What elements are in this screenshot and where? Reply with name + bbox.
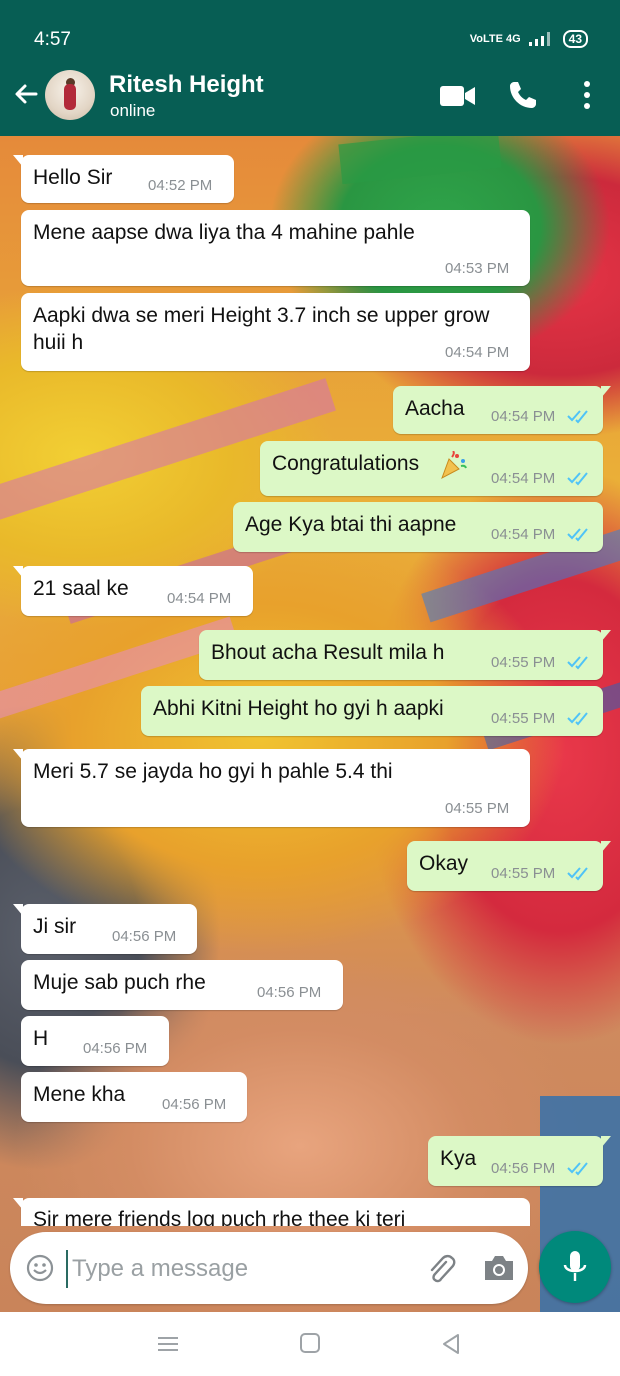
read-ticks-icon	[567, 528, 588, 542]
phone-icon[interactable]	[508, 80, 538, 110]
message-bubble-incoming[interactable]: Mene kha 04:56 PM	[21, 1072, 247, 1122]
read-ticks-icon	[567, 712, 588, 726]
message-text: Age Kya btai thi aapne	[245, 513, 457, 536]
contact-name[interactable]: Ritesh Height	[109, 71, 264, 99]
message-bubble-incoming[interactable]: Sir mere friends log puch rhe thee ki te…	[13, 1198, 530, 1226]
message-clip: Sir mere friends log puch rhe thee ki te…	[0, 1190, 620, 1226]
recents-icon[interactable]	[156, 1334, 180, 1354]
message-time: 04:56 PM	[162, 1096, 227, 1113]
status-bar: 4:57 VoLTE 4G 43	[0, 0, 620, 54]
emoji-icon[interactable]	[26, 1254, 54, 1282]
chat-header: Ritesh Height online	[0, 54, 620, 136]
avatar[interactable]	[45, 70, 95, 120]
message-bubble-outgoing[interactable]: Kya 04:56 PM	[428, 1136, 611, 1186]
message-time: 04:54 PM	[491, 408, 556, 425]
message-text: Okay	[419, 852, 469, 875]
message-text: Hello Sir	[33, 166, 113, 189]
message-composer	[10, 1232, 528, 1304]
message-text: 21 saal ke	[33, 577, 129, 600]
more-vert-icon[interactable]	[578, 80, 596, 110]
video-call-icon[interactable]	[440, 84, 476, 108]
message-time: 04:54 PM	[491, 526, 556, 543]
message-bubble-incoming[interactable]: Hello Sir 04:52 PM	[13, 155, 234, 203]
attach-icon[interactable]	[424, 1252, 458, 1286]
message-time: 04:56 PM	[257, 984, 322, 1001]
message-bubble-incoming[interactable]: 21 saal ke 04:54 PM	[13, 566, 253, 616]
message-time: 04:55 PM	[491, 710, 556, 727]
message-time: 04:55 PM	[445, 800, 510, 817]
message-time: 04:54 PM	[491, 470, 556, 487]
message-bubble-incoming[interactable]: Meri 5.7 se jayda ho gyi h pahle 5.4 thi…	[13, 749, 530, 827]
back-arrow-icon[interactable]	[10, 78, 42, 110]
message-time: 04:56 PM	[112, 928, 177, 945]
mic-icon	[563, 1251, 587, 1281]
read-ticks-icon	[567, 410, 588, 424]
status-time: 4:57	[34, 29, 71, 50]
message-bubble-outgoing[interactable]: Okay 04:55 PM	[407, 841, 611, 891]
system-nav-bar	[0, 1312, 620, 1376]
message-bubble-outgoing[interactable]: Aacha 04:54 PM	[393, 386, 611, 434]
camera-icon[interactable]	[482, 1252, 516, 1284]
read-ticks-icon	[567, 867, 588, 881]
message-text: Kya	[440, 1147, 477, 1170]
message-text: Aapki dwa se meri Height 3.7 inch se upp…	[33, 304, 490, 354]
message-time: 04:56 PM	[83, 1040, 148, 1057]
message-bubble-outgoing[interactable]: Bhout acha Result mila h 04:55 PM	[199, 630, 611, 680]
message-bubble-incoming[interactable]: Aapki dwa se meri Height 3.7 inch se upp…	[21, 293, 530, 371]
message-text: Abhi Kitni Height ho gyi h aapki	[153, 697, 444, 720]
message-text: Aacha	[405, 397, 465, 420]
message-time: 04:53 PM	[445, 260, 510, 277]
status-icons: VoLTE 4G 43	[470, 30, 588, 48]
message-text: Congratulations	[272, 452, 420, 475]
message-time: 04:55 PM	[491, 865, 556, 882]
message-text: Ji sir	[33, 915, 77, 938]
message-text: Sir mere friends log puch rhe thee ki te…	[33, 1208, 406, 1226]
read-ticks-icon	[567, 1162, 588, 1176]
message-bubble-incoming[interactable]: Muje sab puch rhe 04:56 PM	[21, 960, 343, 1010]
message-bubble-incoming[interactable]: Ji sir 04:56 PM	[13, 904, 197, 954]
message-bubble-incoming[interactable]: H 04:56 PM	[21, 1016, 169, 1066]
message-time: 04:54 PM	[167, 590, 232, 607]
message-text: Mene kha	[33, 1083, 126, 1106]
message-text: Meri 5.7 se jayda ho gyi h pahle 5.4 thi	[33, 760, 393, 783]
message-bubble-outgoing[interactable]: Age Kya btai thi aapne 04:54 PM	[233, 502, 603, 552]
message-text: H	[33, 1027, 49, 1050]
contact-status: online	[110, 101, 156, 120]
message-bubble-outgoing[interactable]: Abhi Kitni Height ho gyi h aapki 04:55 P…	[141, 686, 603, 736]
message-bubble-outgoing[interactable]: Congratulations 04:54 PM	[260, 441, 603, 496]
message-time: 04:56 PM	[491, 1160, 556, 1177]
message-time: 04:55 PM	[491, 654, 556, 671]
back-triangle-icon[interactable]	[440, 1332, 462, 1356]
message-input[interactable]	[66, 1250, 414, 1288]
signal-icon	[528, 32, 550, 46]
message-time: 04:54 PM	[445, 344, 510, 361]
battery-indicator: 43	[562, 30, 588, 48]
message-bubble-incoming[interactable]: Mene aapse dwa liya tha 4 mahine pahle 0…	[21, 210, 530, 286]
read-ticks-icon	[567, 472, 588, 486]
mic-button[interactable]	[539, 1231, 611, 1303]
read-ticks-icon	[567, 656, 588, 670]
message-text: Bhout acha Result mila h	[211, 641, 445, 664]
network-indicator: VoLTE 4G	[469, 33, 521, 45]
home-icon[interactable]	[299, 1332, 321, 1354]
party-popper-icon	[441, 451, 467, 480]
message-text: Mene aapse dwa liya tha 4 mahine pahle	[33, 221, 415, 244]
message-time: 04:52 PM	[148, 177, 213, 194]
message-text: Muje sab puch rhe	[33, 971, 206, 994]
